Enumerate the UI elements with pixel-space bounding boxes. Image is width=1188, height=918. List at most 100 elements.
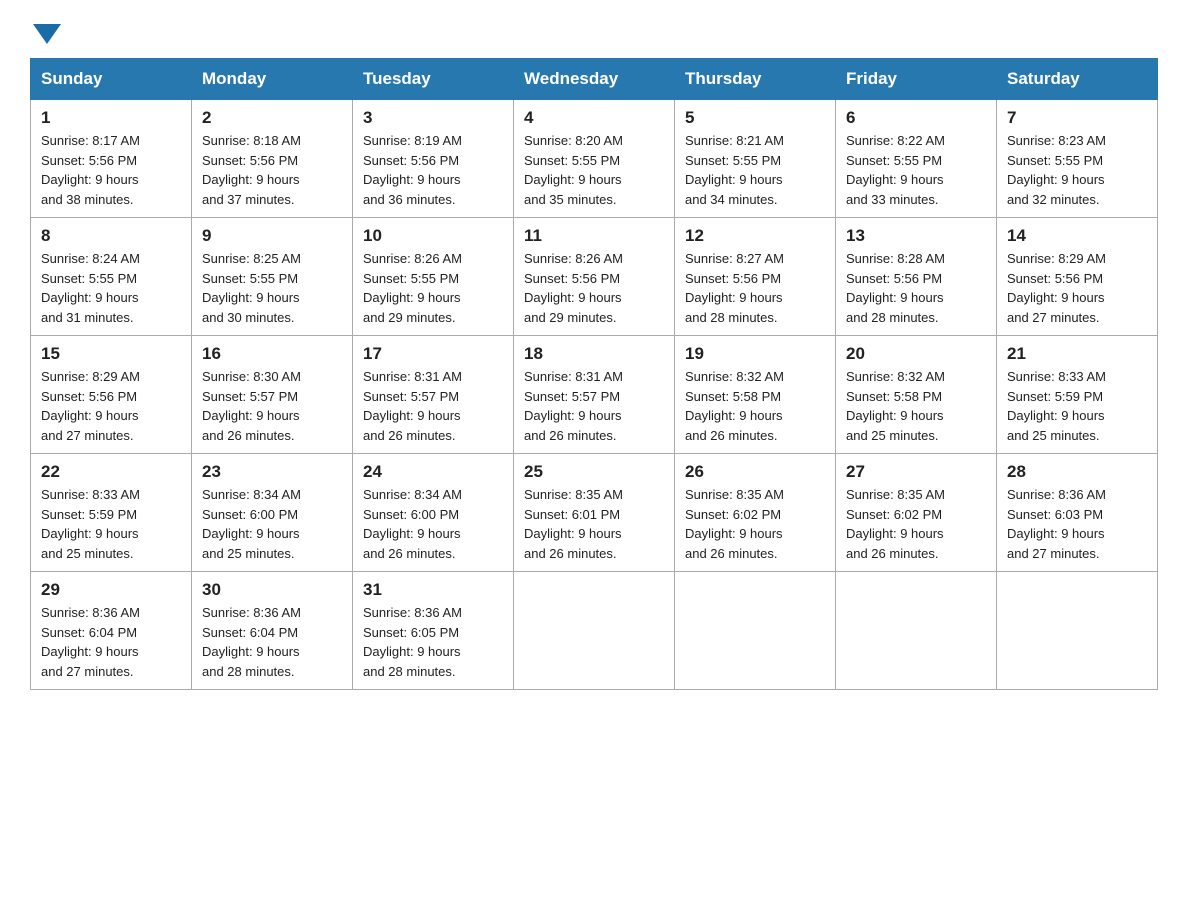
day-number: 31 bbox=[363, 580, 503, 600]
day-number: 29 bbox=[41, 580, 181, 600]
day-info: Sunrise: 8:21 AM Sunset: 5:55 PM Dayligh… bbox=[685, 131, 825, 209]
day-number: 14 bbox=[1007, 226, 1147, 246]
day-info: Sunrise: 8:35 AM Sunset: 6:01 PM Dayligh… bbox=[524, 485, 664, 563]
day-number: 4 bbox=[524, 108, 664, 128]
day-number: 10 bbox=[363, 226, 503, 246]
calendar-header: SundayMondayTuesdayWednesdayThursdayFrid… bbox=[31, 59, 1158, 100]
day-info: Sunrise: 8:35 AM Sunset: 6:02 PM Dayligh… bbox=[685, 485, 825, 563]
day-info: Sunrise: 8:22 AM Sunset: 5:55 PM Dayligh… bbox=[846, 131, 986, 209]
day-info: Sunrise: 8:36 AM Sunset: 6:05 PM Dayligh… bbox=[363, 603, 503, 681]
day-info: Sunrise: 8:29 AM Sunset: 5:56 PM Dayligh… bbox=[1007, 249, 1147, 327]
day-number: 3 bbox=[363, 108, 503, 128]
day-info: Sunrise: 8:29 AM Sunset: 5:56 PM Dayligh… bbox=[41, 367, 181, 445]
day-info: Sunrise: 8:33 AM Sunset: 5:59 PM Dayligh… bbox=[1007, 367, 1147, 445]
calendar-table: SundayMondayTuesdayWednesdayThursdayFrid… bbox=[30, 58, 1158, 690]
calendar-cell: 23 Sunrise: 8:34 AM Sunset: 6:00 PM Dayli… bbox=[192, 454, 353, 572]
calendar-cell: 28 Sunrise: 8:36 AM Sunset: 6:03 PM Dayli… bbox=[997, 454, 1158, 572]
day-info: Sunrise: 8:31 AM Sunset: 5:57 PM Dayligh… bbox=[363, 367, 503, 445]
day-number: 17 bbox=[363, 344, 503, 364]
day-number: 2 bbox=[202, 108, 342, 128]
day-number: 23 bbox=[202, 462, 342, 482]
day-info: Sunrise: 8:34 AM Sunset: 6:00 PM Dayligh… bbox=[363, 485, 503, 563]
calendar-cell: 4 Sunrise: 8:20 AM Sunset: 5:55 PM Daylig… bbox=[514, 100, 675, 218]
calendar-cell bbox=[675, 572, 836, 690]
weekday-header-monday: Monday bbox=[192, 59, 353, 100]
calendar-cell: 7Sunrise: 8:23 AM Sunset: 5:55 PM Daylig… bbox=[997, 100, 1158, 218]
day-number: 24 bbox=[363, 462, 503, 482]
day-number: 19 bbox=[685, 344, 825, 364]
weekday-header-tuesday: Tuesday bbox=[353, 59, 514, 100]
day-info: Sunrise: 8:36 AM Sunset: 6:03 PM Dayligh… bbox=[1007, 485, 1147, 563]
day-info: Sunrise: 8:31 AM Sunset: 5:57 PM Dayligh… bbox=[524, 367, 664, 445]
day-number: 15 bbox=[41, 344, 181, 364]
calendar-cell: 30Sunrise: 8:36 AM Sunset: 6:04 PM Dayli… bbox=[192, 572, 353, 690]
weekday-header-thursday: Thursday bbox=[675, 59, 836, 100]
day-info: Sunrise: 8:23 AM Sunset: 5:55 PM Dayligh… bbox=[1007, 131, 1147, 209]
day-info: Sunrise: 8:18 AM Sunset: 5:56 PM Dayligh… bbox=[202, 131, 342, 209]
day-number: 9 bbox=[202, 226, 342, 246]
calendar-cell bbox=[836, 572, 997, 690]
day-info: Sunrise: 8:35 AM Sunset: 6:02 PM Dayligh… bbox=[846, 485, 986, 563]
calendar-week-4: 22Sunrise: 8:33 AM Sunset: 5:59 PM Dayli… bbox=[31, 454, 1158, 572]
day-number: 25 bbox=[524, 462, 664, 482]
day-number: 8 bbox=[41, 226, 181, 246]
calendar-cell: 31 Sunrise: 8:36 AM Sunset: 6:05 PM Dayli… bbox=[353, 572, 514, 690]
calendar-cell: 17 Sunrise: 8:31 AM Sunset: 5:57 PM Dayli… bbox=[353, 336, 514, 454]
calendar-week-1: 1 Sunrise: 8:17 AM Sunset: 5:56 PM Daylig… bbox=[31, 100, 1158, 218]
day-info: Sunrise: 8:20 AM Sunset: 5:55 PM Dayligh… bbox=[524, 131, 664, 209]
calendar-cell: 22Sunrise: 8:33 AM Sunset: 5:59 PM Dayli… bbox=[31, 454, 192, 572]
calendar-cell: 29Sunrise: 8:36 AM Sunset: 6:04 PM Dayli… bbox=[31, 572, 192, 690]
day-number: 6 bbox=[846, 108, 986, 128]
day-number: 13 bbox=[846, 226, 986, 246]
weekday-header-sunday: Sunday bbox=[31, 59, 192, 100]
day-number: 12 bbox=[685, 226, 825, 246]
calendar-cell: 19 Sunrise: 8:32 AM Sunset: 5:58 PM Dayli… bbox=[675, 336, 836, 454]
weekday-header-friday: Friday bbox=[836, 59, 997, 100]
calendar-cell: 8 Sunrise: 8:24 AM Sunset: 5:55 PM Daylig… bbox=[31, 218, 192, 336]
day-info: Sunrise: 8:32 AM Sunset: 5:58 PM Dayligh… bbox=[685, 367, 825, 445]
day-info: Sunrise: 8:25 AM Sunset: 5:55 PM Dayligh… bbox=[202, 249, 342, 327]
day-info: Sunrise: 8:34 AM Sunset: 6:00 PM Dayligh… bbox=[202, 485, 342, 563]
day-number: 27 bbox=[846, 462, 986, 482]
calendar-cell bbox=[997, 572, 1158, 690]
day-number: 1 bbox=[41, 108, 181, 128]
weekday-header-saturday: Saturday bbox=[997, 59, 1158, 100]
calendar-cell: 27 Sunrise: 8:35 AM Sunset: 6:02 PM Dayli… bbox=[836, 454, 997, 572]
day-info: Sunrise: 8:36 AM Sunset: 6:04 PM Dayligh… bbox=[202, 603, 342, 681]
calendar-cell: 18 Sunrise: 8:31 AM Sunset: 5:57 PM Dayli… bbox=[514, 336, 675, 454]
calendar-cell bbox=[514, 572, 675, 690]
calendar-cell: 6 Sunrise: 8:22 AM Sunset: 5:55 PM Daylig… bbox=[836, 100, 997, 218]
day-number: 21 bbox=[1007, 344, 1147, 364]
day-info: Sunrise: 8:32 AM Sunset: 5:58 PM Dayligh… bbox=[846, 367, 986, 445]
calendar-cell: 10 Sunrise: 8:26 AM Sunset: 5:55 PM Dayli… bbox=[353, 218, 514, 336]
day-number: 26 bbox=[685, 462, 825, 482]
calendar-cell: 5 Sunrise: 8:21 AM Sunset: 5:55 PM Daylig… bbox=[675, 100, 836, 218]
day-number: 5 bbox=[685, 108, 825, 128]
day-number: 22 bbox=[41, 462, 181, 482]
calendar-cell: 16 Sunrise: 8:30 AM Sunset: 5:57 PM Dayli… bbox=[192, 336, 353, 454]
logo-arrow-icon bbox=[33, 24, 61, 44]
day-info: Sunrise: 8:27 AM Sunset: 5:56 PM Dayligh… bbox=[685, 249, 825, 327]
calendar-cell: 14 Sunrise: 8:29 AM Sunset: 5:56 PM Dayli… bbox=[997, 218, 1158, 336]
day-info: Sunrise: 8:19 AM Sunset: 5:56 PM Dayligh… bbox=[363, 131, 503, 209]
day-number: 11 bbox=[524, 226, 664, 246]
day-number: 20 bbox=[846, 344, 986, 364]
day-info: Sunrise: 8:17 AM Sunset: 5:56 PM Dayligh… bbox=[41, 131, 181, 209]
day-info: Sunrise: 8:24 AM Sunset: 5:55 PM Dayligh… bbox=[41, 249, 181, 327]
calendar-cell: 9 Sunrise: 8:25 AM Sunset: 5:55 PM Daylig… bbox=[192, 218, 353, 336]
day-number: 28 bbox=[1007, 462, 1147, 482]
calendar-cell: 2 Sunrise: 8:18 AM Sunset: 5:56 PM Daylig… bbox=[192, 100, 353, 218]
calendar-week-3: 15 Sunrise: 8:29 AM Sunset: 5:56 PM Dayli… bbox=[31, 336, 1158, 454]
day-number: 16 bbox=[202, 344, 342, 364]
calendar-cell: 3 Sunrise: 8:19 AM Sunset: 5:56 PM Daylig… bbox=[353, 100, 514, 218]
weekday-header-wednesday: Wednesday bbox=[514, 59, 675, 100]
calendar-cell: 25 Sunrise: 8:35 AM Sunset: 6:01 PM Dayli… bbox=[514, 454, 675, 572]
day-info: Sunrise: 8:26 AM Sunset: 5:55 PM Dayligh… bbox=[363, 249, 503, 327]
day-number: 18 bbox=[524, 344, 664, 364]
calendar-cell: 26 Sunrise: 8:35 AM Sunset: 6:02 PM Dayli… bbox=[675, 454, 836, 572]
day-info: Sunrise: 8:30 AM Sunset: 5:57 PM Dayligh… bbox=[202, 367, 342, 445]
calendar-week-2: 8 Sunrise: 8:24 AM Sunset: 5:55 PM Daylig… bbox=[31, 218, 1158, 336]
calendar-cell: 24 Sunrise: 8:34 AM Sunset: 6:00 PM Dayli… bbox=[353, 454, 514, 572]
calendar-cell: 20 Sunrise: 8:32 AM Sunset: 5:58 PM Dayli… bbox=[836, 336, 997, 454]
calendar-cell: 1 Sunrise: 8:17 AM Sunset: 5:56 PM Daylig… bbox=[31, 100, 192, 218]
